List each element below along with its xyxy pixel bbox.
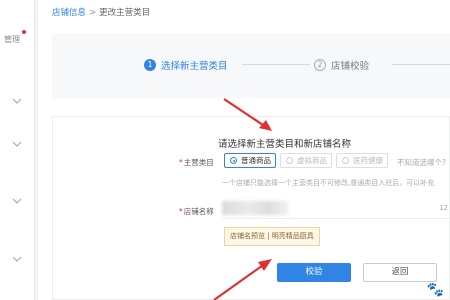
radio-dot: [342, 157, 349, 164]
shop-name-label: *店铺名称: [179, 207, 214, 216]
step-label: 选择新主营类目: [161, 61, 228, 72]
breadcrumb-current: 更改主营类目: [99, 8, 151, 18]
category-hint: 一个店铺只能选择一个主营类目不可修改,普通类目入驻后，可以补充: [222, 179, 435, 187]
radio-dot: [286, 157, 293, 164]
step-1: 1 选择新主营类目: [144, 58, 228, 72]
notification-dot: [22, 30, 26, 34]
step-number: 1: [144, 59, 156, 71]
char-counter: 12: [439, 204, 448, 212]
radio-virtual-goods[interactable]: 虚拟商品: [280, 153, 332, 168]
radio-normal-goods[interactable]: 普通商品: [224, 153, 276, 168]
chevron-down-icon[interactable]: [11, 139, 23, 149]
paw-watermark-icon: 🐾: [426, 282, 444, 298]
chevron-down-icon[interactable]: [11, 96, 23, 106]
verify-button[interactable]: 校验: [277, 263, 351, 282]
step-indicator: 1 选择新主营类目 2 店铺校验: [52, 34, 450, 98]
step-connector: [242, 64, 310, 65]
chevron-down-icon[interactable]: [11, 254, 23, 264]
blurred-shop-name: [222, 201, 288, 215]
sidebar-item-manage[interactable]: 管理: [4, 34, 20, 45]
sidebar: 管理: [0, 0, 35, 300]
breadcrumb-separator: >: [89, 8, 97, 18]
radio-dot: [230, 157, 237, 164]
chevron-down-icon[interactable]: [11, 196, 23, 206]
step-connector: [392, 64, 450, 65]
back-button[interactable]: 返回: [363, 263, 437, 282]
step-label: 店铺校验: [331, 61, 370, 72]
step-number: 2: [314, 59, 326, 71]
step-2: 2 店铺校验: [314, 58, 369, 72]
category-help-link[interactable]: 不知道选哪个?: [397, 157, 446, 168]
radio-medical-health[interactable]: 医药健康: [336, 153, 388, 168]
breadcrumb-link-shop-info[interactable]: 店铺信息: [52, 8, 86, 18]
breadcrumb: 店铺信息 > 更改主营类目: [52, 6, 150, 18]
form-title: 请选择新主营类目和新店铺名称: [218, 139, 352, 150]
shop-name-input[interactable]: 12: [222, 199, 450, 219]
shop-name-preview: 店铺名预览 | 明亮精品厨具: [224, 227, 320, 246]
category-label: *主营类目: [179, 158, 214, 167]
main-page: 店铺信息 > 更改主营类目 1 选择新主营类目 2 店铺校验: [38, 0, 450, 300]
